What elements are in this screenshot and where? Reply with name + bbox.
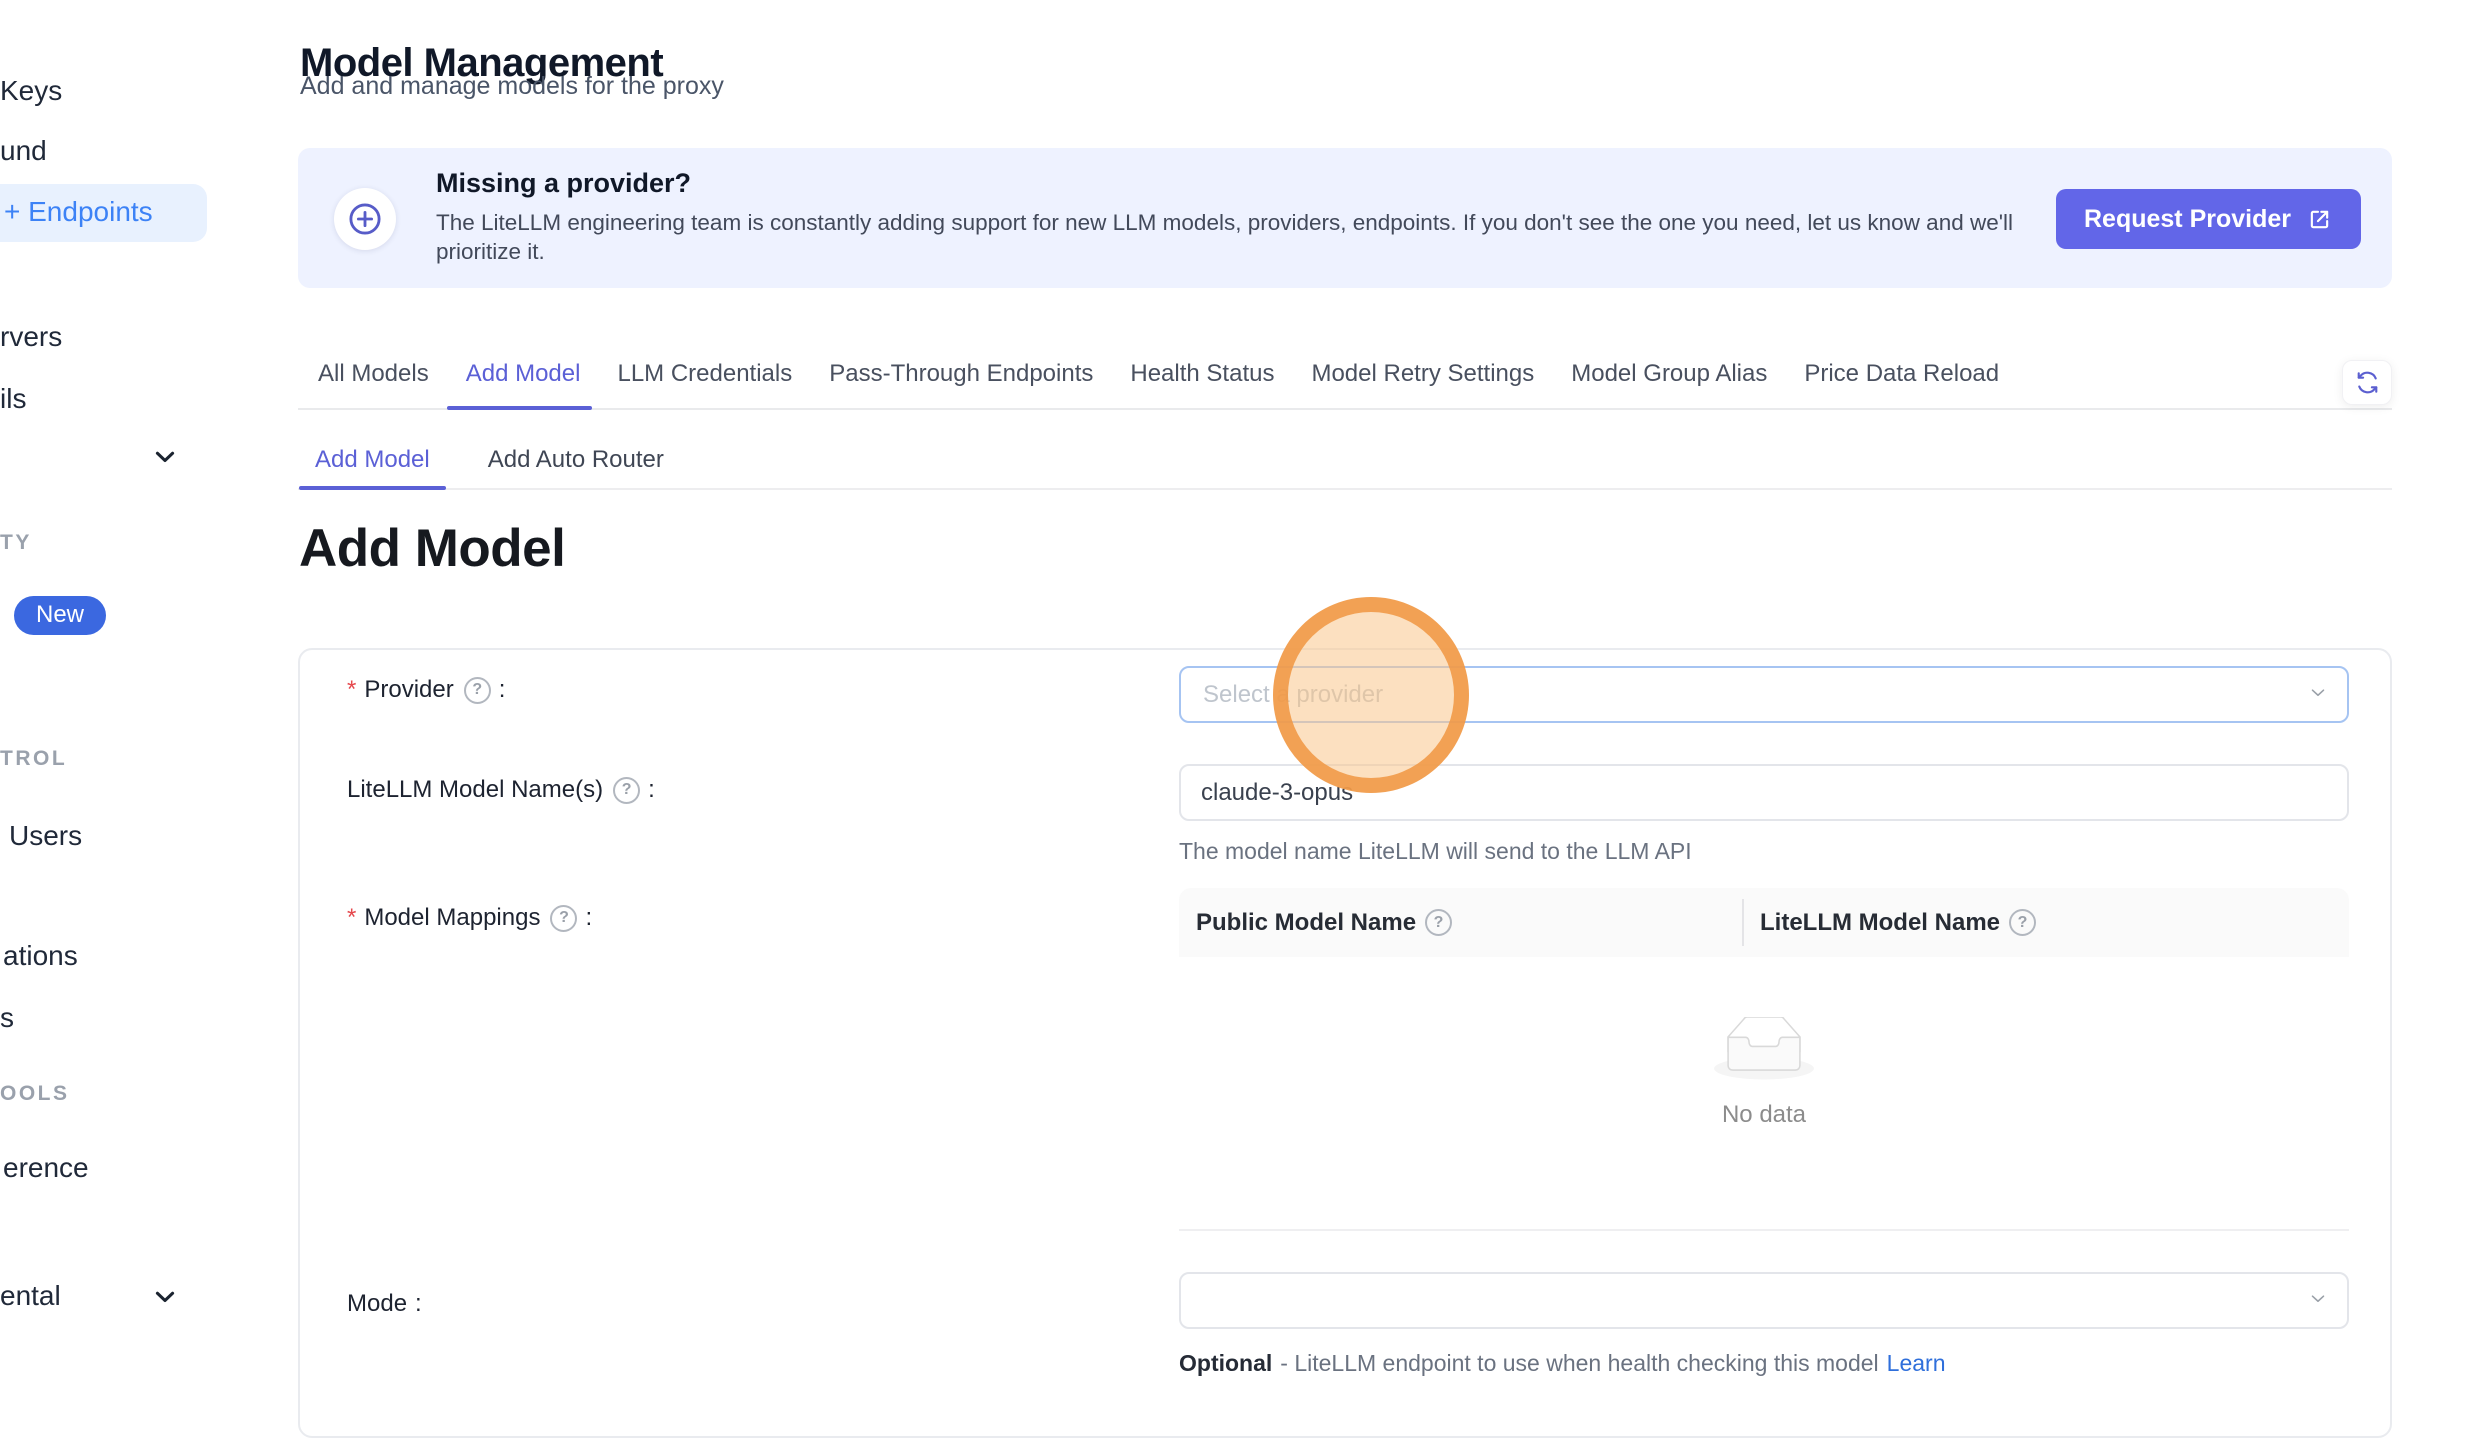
sidebar-item-und[interactable]: und bbox=[0, 134, 47, 168]
model-tabs: All Models Add Model LLM Credentials Pas… bbox=[298, 340, 2392, 410]
tab-add-model[interactable]: Add Model bbox=[463, 340, 584, 408]
request-provider-label: Request Provider bbox=[2084, 205, 2291, 234]
help-icon[interactable]: ? bbox=[613, 777, 640, 804]
sidebar-item-users[interactable]: Users bbox=[9, 819, 82, 853]
main-content: Model Management Add and manage models f… bbox=[298, 0, 2392, 1385]
tab-llm-credentials[interactable]: LLM Credentials bbox=[614, 340, 795, 408]
table-body-empty: No data bbox=[1179, 957, 2349, 1231]
model-name-label-text: LiteLLM Model Name(s) bbox=[347, 776, 603, 804]
help-icon[interactable]: ? bbox=[2009, 909, 2036, 936]
chevron-down-icon[interactable] bbox=[151, 443, 179, 471]
sidebar-item-label: + Endpoints bbox=[4, 196, 153, 228]
empty-state: No data bbox=[1179, 1017, 2349, 1129]
learn-link[interactable]: Learn bbox=[1887, 1350, 1946, 1376]
mode-label-text: Mode bbox=[347, 1290, 407, 1318]
chevron-down-icon[interactable] bbox=[151, 1283, 179, 1311]
empty-box-icon bbox=[1179, 1017, 2349, 1081]
sidebar-item-rvers[interactable]: rvers bbox=[0, 320, 62, 354]
tab-model-group-alias[interactable]: Model Group Alias bbox=[1568, 340, 1770, 408]
tab-pass-through-endpoints[interactable]: Pass-Through Endpoints bbox=[826, 340, 1096, 408]
provider-select[interactable]: Select a provider bbox=[1179, 666, 2349, 723]
plus-circle-icon bbox=[334, 188, 396, 250]
chevron-down-icon bbox=[2307, 681, 2329, 708]
help-icon[interactable]: ? bbox=[1425, 909, 1452, 936]
sidebar-item-ations[interactable]: ations bbox=[3, 939, 78, 973]
chevron-down-icon bbox=[2307, 1287, 2329, 1314]
mode-select[interactable] bbox=[1179, 1272, 2349, 1329]
help-icon[interactable]: ? bbox=[464, 677, 491, 704]
add-model-form-card: * Provider ? : Select a provider LiteLLM… bbox=[298, 648, 2392, 1438]
label-colon: : bbox=[648, 776, 655, 804]
tab-model-retry-settings[interactable]: Model Retry Settings bbox=[1308, 340, 1537, 408]
sync-icon bbox=[2354, 369, 2381, 396]
sidebar-item-keys[interactable]: Keys bbox=[0, 74, 62, 108]
provider-placeholder: Select a provider bbox=[1203, 681, 1383, 709]
table-header: Public Model Name ? LiteLLM Model Name ? bbox=[1179, 888, 2349, 957]
column-label: Public Model Name bbox=[1196, 909, 1416, 937]
model-name-help: The model name LiteLLM will send to the … bbox=[1179, 838, 1692, 865]
help-icon[interactable]: ? bbox=[550, 905, 577, 932]
no-data-text: No data bbox=[1179, 1101, 2349, 1129]
model-name-input[interactable] bbox=[1179, 764, 2349, 821]
new-badge[interactable]: New bbox=[14, 596, 106, 635]
sidebar-item-models-endpoints-active[interactable]: + Endpoints bbox=[0, 184, 207, 242]
tab-health-status[interactable]: Health Status bbox=[1127, 340, 1277, 408]
sidebar-item-s[interactable]: s bbox=[0, 1001, 14, 1035]
model-mappings-label: * Model Mappings ? : bbox=[347, 904, 592, 932]
column-label: LiteLLM Model Name bbox=[1760, 909, 2000, 937]
page-subtitle: Add and manage models for the proxy bbox=[300, 72, 724, 101]
missing-provider-banner: Missing a provider? The LiteLLM engineer… bbox=[298, 148, 2392, 288]
refresh-button[interactable] bbox=[2342, 360, 2392, 405]
model-mappings-label-text: Model Mappings bbox=[364, 904, 540, 932]
sidebar-section-ools: OOLS bbox=[0, 1082, 70, 1106]
subtab-add-model[interactable]: Add Model bbox=[299, 432, 446, 488]
external-link-icon bbox=[2306, 206, 2333, 233]
mode-help: Optional - LiteLLM endpoint to use when h… bbox=[1179, 1350, 1945, 1377]
mode-help-text: - LiteLLM endpoint to use when health ch… bbox=[1280, 1350, 1878, 1376]
model-mappings-table: Public Model Name ? LiteLLM Model Name ? bbox=[1179, 888, 2349, 1231]
banner-body: The LiteLLM engineering team is constant… bbox=[436, 208, 2046, 266]
provider-label-text: Provider bbox=[364, 676, 453, 704]
label-colon: : bbox=[499, 676, 506, 704]
label-colon: : bbox=[585, 904, 592, 932]
add-model-subtabs: Add Model Add Auto Router bbox=[298, 432, 2392, 490]
mode-help-optional: Optional bbox=[1179, 1350, 1272, 1376]
tab-all-models[interactable]: All Models bbox=[315, 340, 432, 408]
sidebar-item-ils[interactable]: ils bbox=[0, 382, 26, 416]
banner-title: Missing a provider? bbox=[436, 168, 691, 199]
sidebar-section-trol: TROL bbox=[0, 747, 67, 771]
sidebar-section-ty: TY bbox=[0, 531, 32, 555]
add-model-heading: Add Model bbox=[299, 518, 565, 580]
provider-label: * Provider ? : bbox=[347, 676, 505, 704]
label-colon: : bbox=[415, 1290, 422, 1318]
required-asterisk: * bbox=[347, 904, 356, 932]
mode-label: Mode : bbox=[347, 1290, 422, 1318]
required-asterisk: * bbox=[347, 676, 356, 704]
column-litellm-model-name: LiteLLM Model Name ? bbox=[1742, 909, 2036, 937]
sidebar: Keys und + Endpoints rvers ils TY New TR… bbox=[0, 0, 250, 1385]
tab-price-data-reload[interactable]: Price Data Reload bbox=[1801, 340, 2002, 408]
subtab-add-auto-router[interactable]: Add Auto Router bbox=[488, 432, 664, 488]
request-provider-button[interactable]: Request Provider bbox=[2056, 189, 2361, 249]
sidebar-item-erence[interactable]: erence bbox=[3, 1151, 89, 1185]
sidebar-item-ental[interactable]: ental bbox=[0, 1279, 61, 1313]
column-public-model-name: Public Model Name ? bbox=[1179, 909, 1742, 937]
model-name-label: LiteLLM Model Name(s) ? : bbox=[347, 776, 655, 804]
